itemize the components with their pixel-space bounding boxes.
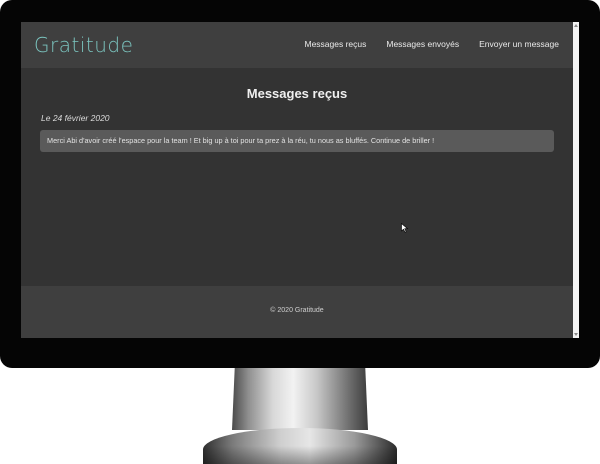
nav-link-messages-envoyes[interactable]: Messages envoyés (386, 39, 459, 49)
scroll-down-arrow-icon[interactable] (574, 333, 578, 336)
monitor-stand-shadow (203, 446, 397, 464)
main-content: Messages reçus Le 24 février 2020 Merci … (21, 68, 573, 286)
nav-links: Messages reçus Messages envoyés Envoyer … (304, 39, 559, 49)
mouse-cursor-icon (401, 223, 409, 233)
footer: © 2020 Gratitude (21, 286, 573, 338)
brand-logo[interactable]: Gratitude (34, 33, 133, 57)
navbar: Gratitude Messages reçus Messages envoyé… (21, 22, 573, 68)
message-date: Le 24 février 2020 (41, 113, 110, 123)
monitor-bezel: Gratitude Messages reçus Messages envoyé… (0, 0, 600, 368)
nav-link-envoyer-message[interactable]: Envoyer un message (479, 39, 559, 49)
footer-copyright: © 2020 Gratitude (270, 307, 324, 314)
message-card: Merci Abi d'avoir créé l'espace pour la … (40, 130, 554, 152)
vertical-scrollbar[interactable] (573, 22, 579, 338)
monitor-stand-neck (232, 368, 368, 430)
page-title: Messages reçus (246, 86, 348, 101)
scroll-up-arrow-icon[interactable] (574, 24, 578, 27)
screen: Gratitude Messages reçus Messages envoyé… (21, 22, 579, 338)
nav-link-messages-recus[interactable]: Messages reçus (304, 39, 366, 49)
